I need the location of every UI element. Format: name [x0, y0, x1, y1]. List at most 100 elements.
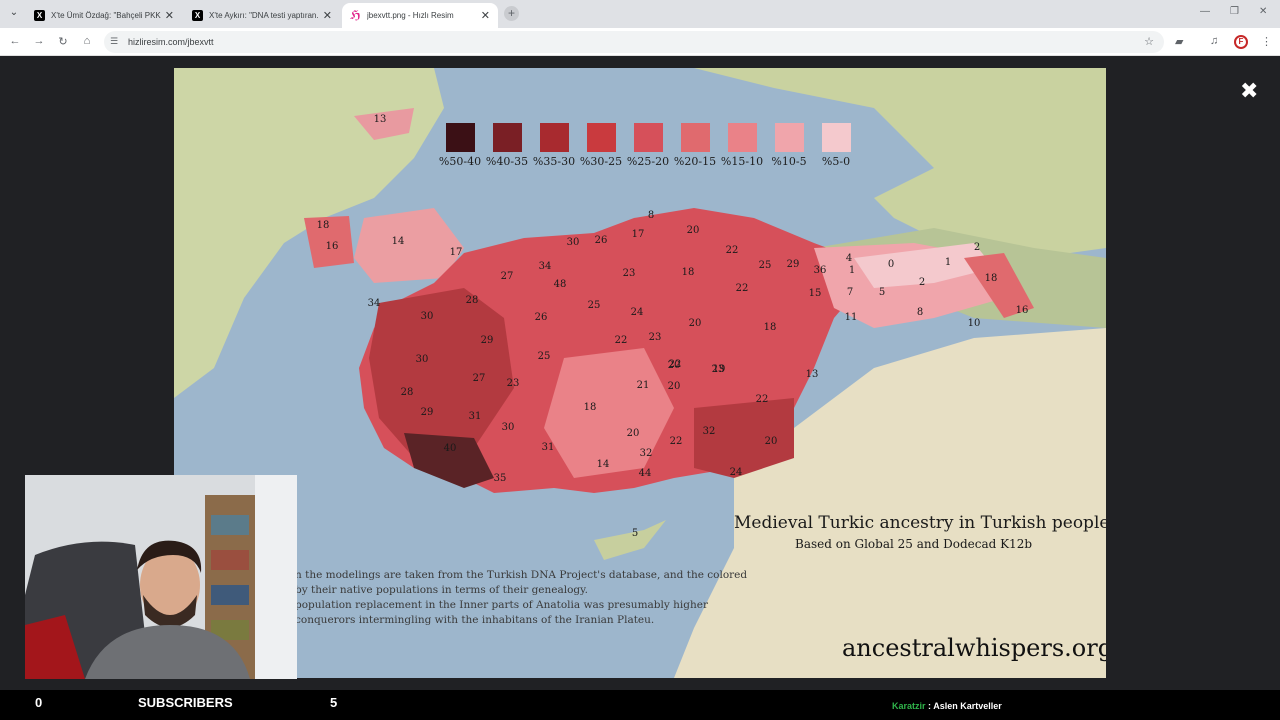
- legend-label: %15-10: [720, 155, 764, 168]
- region-value: 32: [703, 426, 716, 437]
- subscribers-label: SUBSCRIBERS: [138, 695, 233, 710]
- legend-item: %35-30: [532, 123, 576, 168]
- region-value: 20: [668, 360, 681, 371]
- region-value: 25: [538, 351, 551, 362]
- tab-search-icon[interactable]: ⌄: [6, 5, 22, 21]
- browser-tab-3[interactable]: ℌ jbexvtt.png - Hızlı Resim ✕: [342, 3, 498, 28]
- region-value: 27: [501, 271, 514, 282]
- region-value: 13: [374, 114, 387, 125]
- close-tab-icon[interactable]: ✕: [165, 9, 174, 22]
- region-value: 21: [637, 380, 650, 391]
- site-info-icon[interactable]: ☰: [110, 36, 118, 47]
- restore-icon[interactable]: ❐: [1230, 6, 1239, 17]
- region-value: 10: [968, 318, 981, 329]
- region-value: 24: [730, 467, 743, 478]
- legend-item: %30-25: [579, 123, 623, 168]
- region-value: 11: [845, 312, 858, 323]
- back-icon[interactable]: ←: [8, 35, 22, 47]
- legend-label: %50-40: [438, 155, 482, 168]
- browser-toolbar: ← → ↻ ⌂ ☰ hizliresim.com/jbexvtt ☆ ▰ ♫ ⋮: [0, 28, 1280, 56]
- ticker-value: : Aslen Kartveller: [928, 701, 1002, 711]
- legend-label: %30-25: [579, 155, 623, 168]
- region-value: 19: [713, 364, 726, 375]
- region-value: 20: [689, 318, 702, 329]
- legend-label: %10-5: [771, 155, 807, 168]
- home-icon[interactable]: ⌂: [80, 35, 94, 47]
- region-value: 30: [567, 237, 580, 248]
- region-value: 26: [595, 235, 608, 246]
- address-bar[interactable]: ☰ hizliresim.com/jbexvtt ☆: [104, 31, 1164, 53]
- region-value: 44: [639, 468, 652, 479]
- x-logo-icon: X: [34, 10, 45, 21]
- region-value: 8: [917, 307, 923, 318]
- map-note: n the modelings are taken from the Turki…: [295, 568, 747, 628]
- region-value: 25: [759, 260, 772, 271]
- map-image: 13 18 16 14 17 8 17 20 30 26 34 27 48 23 18 22 25 29 36 4 1 0…: [174, 68, 1106, 678]
- region-value: 22: [736, 283, 749, 294]
- region-value: 0: [888, 259, 894, 270]
- region-value: 5: [632, 528, 638, 539]
- tab-title: X'te Aykırı: "DNA testi yaptıran...: [209, 11, 319, 20]
- region-value: 16: [1016, 305, 1029, 316]
- x-logo-icon: X: [192, 10, 203, 21]
- region-value: 30: [502, 422, 515, 433]
- region-value: 18: [682, 267, 695, 278]
- extensions-icon[interactable]: ▰: [1175, 35, 1183, 48]
- forward-icon[interactable]: →: [32, 35, 46, 47]
- bookmark-star-icon[interactable]: ☆: [1144, 35, 1154, 48]
- legend-item: %5-0: [818, 123, 854, 168]
- legend-swatch: [774, 123, 804, 152]
- region-value: 16: [326, 241, 339, 252]
- minimize-icon[interactable]: —: [1200, 6, 1210, 17]
- ticker: Karatzir : Aslen Kartveller: [892, 701, 1002, 711]
- region-value: 31: [469, 411, 482, 422]
- close-viewer-icon[interactable]: ✖: [1240, 78, 1258, 104]
- region-value: 20: [668, 381, 681, 392]
- region-value: 24: [631, 307, 644, 318]
- legend-swatch: [539, 123, 569, 152]
- region-value: 2: [974, 242, 980, 253]
- close-tab-icon[interactable]: ✕: [481, 9, 490, 22]
- tab-strip: ⌄ X X'te Ümit Özdağ: "Bahçeli PKK... ✕ X…: [0, 0, 1280, 28]
- legend-item: %25-20: [627, 123, 669, 168]
- ticker-key: Karatzir: [892, 701, 926, 711]
- legend-label: %5-0: [821, 155, 851, 168]
- close-tab-icon[interactable]: ✕: [323, 9, 332, 22]
- browser-tab-1[interactable]: X X'te Ümit Özdağ: "Bahçeli PKK... ✕: [26, 3, 182, 28]
- url-text[interactable]: hizliresim.com/jbexvtt: [128, 37, 214, 47]
- region-value: 18: [985, 273, 998, 284]
- region-value: 8: [648, 210, 654, 221]
- map-subtitle: Based on Global 25 and Dodecad K12b: [795, 537, 1033, 551]
- region-value: 14: [597, 459, 610, 470]
- media-control-icon[interactable]: ♫: [1210, 35, 1218, 47]
- region-value: 27: [473, 373, 486, 384]
- region-value: 28: [401, 387, 414, 398]
- profile-avatar[interactable]: F: [1234, 35, 1248, 49]
- region-value: 29: [787, 259, 800, 270]
- legend-swatch: [727, 123, 757, 152]
- region-value: 23: [507, 378, 520, 389]
- region-value: 18: [584, 402, 597, 413]
- legend-label: %20-15: [673, 155, 717, 168]
- menu-dots-icon[interactable]: ⋮: [1261, 35, 1272, 48]
- reload-icon[interactable]: ↻: [56, 35, 70, 48]
- legend-label: %40-35: [485, 155, 529, 168]
- subscriber-count-left: 0: [35, 695, 43, 710]
- note-line: n the modelings are taken from the Turki…: [295, 569, 748, 581]
- region-value: 35: [494, 473, 507, 484]
- browser-tab-2[interactable]: X X'te Aykırı: "DNA testi yaptıran... ✕: [184, 3, 340, 28]
- region-value: 20: [687, 225, 700, 236]
- note-line: conquerors intermingling with the inhabi…: [295, 614, 655, 626]
- region-value: 32: [640, 448, 653, 459]
- webcam-overlay: [25, 475, 297, 679]
- region-value: 17: [450, 247, 463, 258]
- region-value: 31: [542, 442, 555, 453]
- region-value: 23: [623, 268, 636, 279]
- region-value: 34: [368, 298, 381, 309]
- legend-swatch: [586, 123, 616, 152]
- legend-label: %35-30: [532, 155, 576, 168]
- region-value: 13: [806, 369, 819, 380]
- tab-title: jbexvtt.png - Hızlı Resim: [367, 11, 454, 20]
- new-tab-button[interactable]: +: [504, 6, 519, 21]
- close-window-icon[interactable]: ✕: [1259, 6, 1267, 17]
